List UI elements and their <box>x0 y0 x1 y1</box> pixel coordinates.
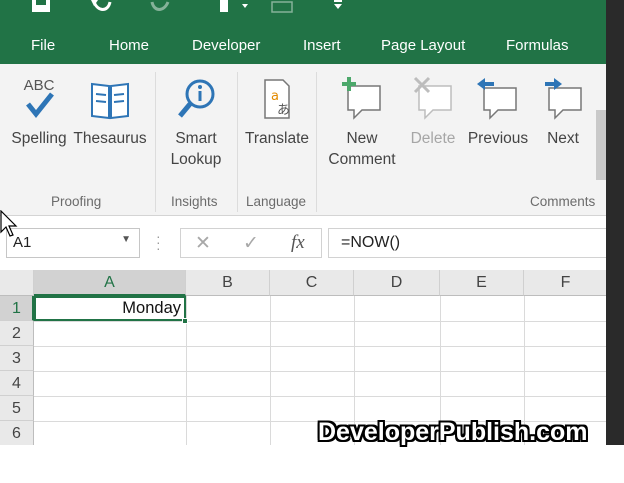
next-comment-icon <box>545 78 582 120</box>
svg-text:ABC: ABC <box>24 77 55 94</box>
translate-icon: a あ <box>264 79 290 119</box>
proofing-group-label: Proofing <box>51 194 102 209</box>
row-header-2[interactable]: 2 <box>0 321 34 346</box>
translate-button[interactable]: a あ Translate <box>242 76 312 149</box>
gridline <box>34 396 606 397</box>
tab-page-layout[interactable]: Page Layout <box>381 37 465 54</box>
chevron-down-icon[interactable]: ▼ <box>121 234 131 245</box>
row-header-5[interactable]: 5 <box>0 396 34 421</box>
smart-lookup-label-2: Lookup <box>170 151 222 168</box>
cell-a1[interactable]: Monday <box>34 296 186 321</box>
save-icon[interactable] <box>30 0 52 19</box>
undo-icon[interactable] <box>90 0 112 19</box>
column-header-e[interactable]: E <box>440 270 524 296</box>
smart-lookup-label-1: Smart <box>175 130 217 147</box>
new-comment-label-1: New <box>346 130 378 147</box>
previous-comment-button[interactable]: Previous <box>464 76 532 149</box>
draw-icon[interactable] <box>268 0 302 19</box>
thesaurus-button[interactable]: Thesaurus <box>73 76 147 149</box>
thesaurus-label: Thesaurus <box>73 130 147 147</box>
next-label: Next <box>547 130 579 147</box>
delete-label: Delete <box>410 130 456 147</box>
new-comment-icon <box>342 77 381 120</box>
column-header-b[interactable]: B <box>186 270 270 296</box>
comments-group-label: Comments <box>530 194 596 209</box>
insights-group-label: Insights <box>171 194 218 209</box>
enter-icon[interactable]: ✓ <box>243 232 259 255</box>
gridline <box>34 321 606 322</box>
group-separator <box>237 72 238 212</box>
row-header-3[interactable]: 3 <box>0 346 34 371</box>
cancel-icon[interactable]: ✕ <box>195 232 211 255</box>
formula-bar-buttons: ✕ ✓ fx <box>180 228 322 258</box>
language-group-label: Language <box>246 194 307 209</box>
ribbon-tab-bar: File Home Developer Insert Page Layout F… <box>0 0 606 64</box>
new-comment-button[interactable]: New Comment <box>322 76 402 170</box>
redo-icon[interactable] <box>150 0 172 19</box>
touch-mode-icon[interactable] <box>214 0 254 19</box>
previous-label: Previous <box>467 130 529 147</box>
column-header-f[interactable]: F <box>524 270 608 296</box>
column-header-a[interactable]: A <box>34 270 186 296</box>
gridline <box>34 371 606 372</box>
previous-comment-icon <box>477 78 517 120</box>
customize-icon[interactable] <box>332 0 344 19</box>
window-edge <box>606 0 624 445</box>
formula-input[interactable]: =NOW() <box>328 228 608 258</box>
row-header-6[interactable]: 6 <box>0 421 34 446</box>
smart-lookup-icon <box>178 79 215 118</box>
thesaurus-icon <box>91 82 129 120</box>
insert-function-icon[interactable]: fx <box>291 232 305 254</box>
spelling-label: Spelling <box>11 130 67 147</box>
group-separator <box>316 72 317 212</box>
watermark: DeveloperPublish.com <box>318 418 588 446</box>
row-header-4[interactable]: 4 <box>0 371 34 396</box>
delete-comment-icon <box>413 76 452 120</box>
tab-developer[interactable]: Developer <box>192 37 260 54</box>
mouse-pointer-icon <box>0 210 18 237</box>
new-comment-label-2: Comment <box>328 151 396 168</box>
gridline <box>270 296 271 446</box>
fill-handle[interactable] <box>182 318 188 324</box>
translate-label: Translate <box>244 130 310 147</box>
tab-home[interactable]: Home <box>109 37 149 54</box>
gridline <box>34 346 606 347</box>
group-separator <box>155 72 156 212</box>
ribbon-scrollbar[interactable] <box>596 110 606 180</box>
bottom-margin <box>0 445 624 483</box>
select-all-corner[interactable] <box>0 270 34 296</box>
delete-comment-button[interactable]: Delete <box>404 76 462 149</box>
formula-value: =NOW() <box>341 234 401 251</box>
row-header-1[interactable]: 1 <box>0 296 34 321</box>
spelling-icon: ABC <box>24 77 55 119</box>
smart-lookup-button[interactable]: Smart Lookup <box>160 76 232 170</box>
svg-text:a: a <box>271 89 279 104</box>
ribbon: ABC Spelling Thesaurus Proofing Smart Lo… <box>0 64 606 216</box>
svg-text:あ: あ <box>277 103 290 118</box>
name-box[interactable]: A1 ▼ <box>6 228 140 258</box>
next-comment-button[interactable]: Next <box>536 76 590 149</box>
tab-formulas[interactable]: Formulas <box>506 37 569 54</box>
tab-insert[interactable]: Insert <box>303 37 341 54</box>
column-header-c[interactable]: C <box>270 270 354 296</box>
formula-bar: A1 ▼ · · · ✕ ✓ fx =NOW() <box>0 216 608 270</box>
tab-file[interactable]: File <box>31 37 55 54</box>
spelling-button[interactable]: ABC Spelling <box>8 76 70 149</box>
column-header-d[interactable]: D <box>354 270 440 296</box>
formula-bar-grip-icon: · · · <box>156 228 161 256</box>
